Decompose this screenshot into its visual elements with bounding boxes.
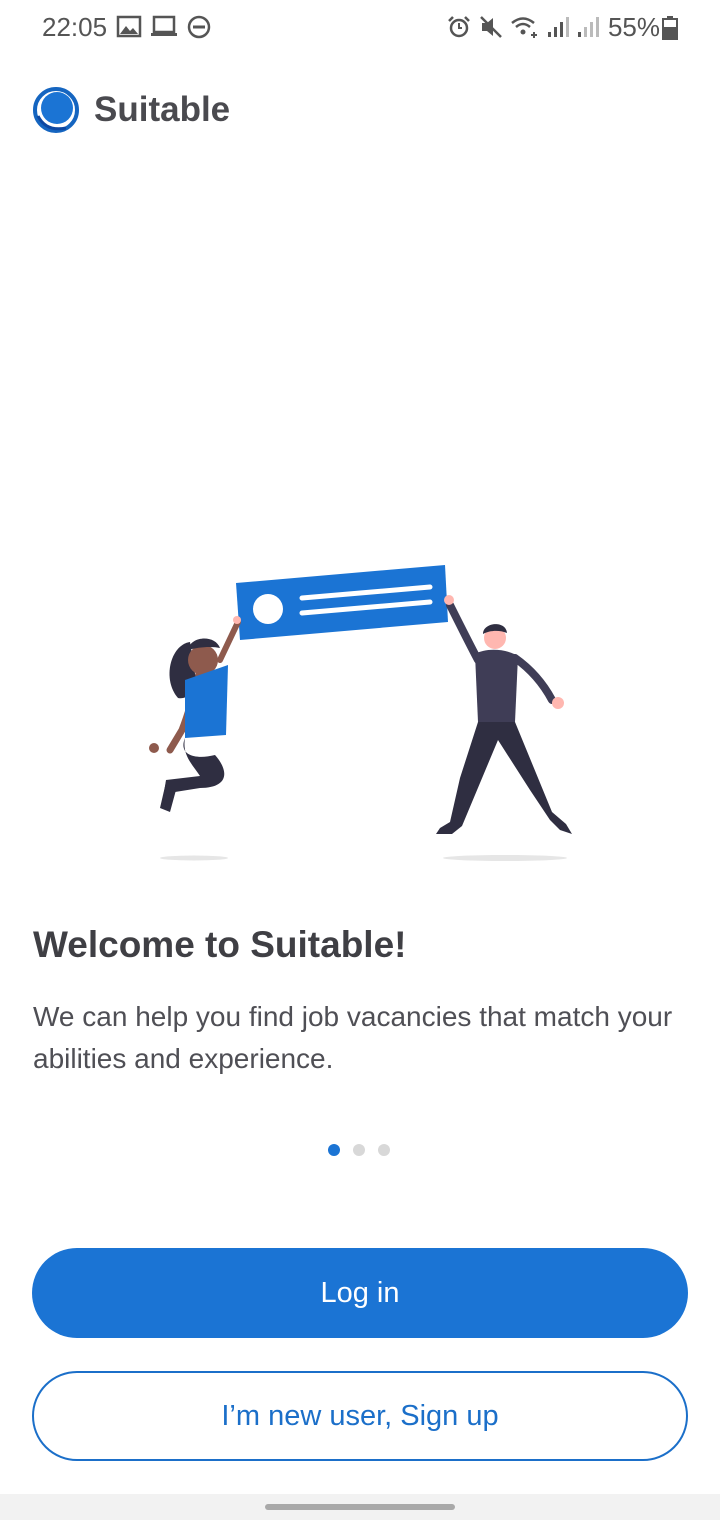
- status-time: 22:05: [42, 12, 108, 42]
- home-gesture-handle[interactable]: [265, 1504, 455, 1510]
- welcome-illustration: [149, 565, 572, 861]
- page-indicator: [328, 1144, 390, 1156]
- mute-icon: [480, 16, 502, 38]
- onboarding-screen: 22:05 55% Suitable Welcome to Suitable! …: [0, 0, 720, 1520]
- page-dot-1[interactable]: [328, 1144, 340, 1156]
- login-button[interactable]: Log in: [32, 1248, 688, 1338]
- laptop-icon: [151, 15, 177, 36]
- app-name: Suitable: [94, 90, 231, 129]
- suitable-logo-icon: [33, 87, 79, 133]
- welcome-title: Welcome to Suitable!: [33, 924, 407, 965]
- wifi-icon: [511, 17, 537, 38]
- signal-icon: [578, 17, 599, 37]
- alarm-icon: [448, 16, 470, 38]
- status-right-icons: [446, 14, 600, 40]
- signal-icon: [548, 17, 569, 37]
- do-not-disturb-icon: [187, 15, 211, 39]
- page-dot-3[interactable]: [378, 1144, 390, 1156]
- navigation-bar: [0, 1494, 720, 1520]
- image-icon: [116, 15, 142, 38]
- battery-percentage: 55%: [607, 12, 660, 42]
- status-left-icons: [116, 14, 212, 40]
- signup-button[interactable]: I’m new user, Sign up: [32, 1371, 688, 1461]
- welcome-description: We can help you find job vacancies that …: [33, 1001, 673, 1074]
- app-header: Suitable: [32, 86, 230, 134]
- battery-icon: [662, 16, 678, 40]
- status-bar: 22:05 55%: [0, 0, 720, 56]
- page-dot-2[interactable]: [353, 1144, 365, 1156]
